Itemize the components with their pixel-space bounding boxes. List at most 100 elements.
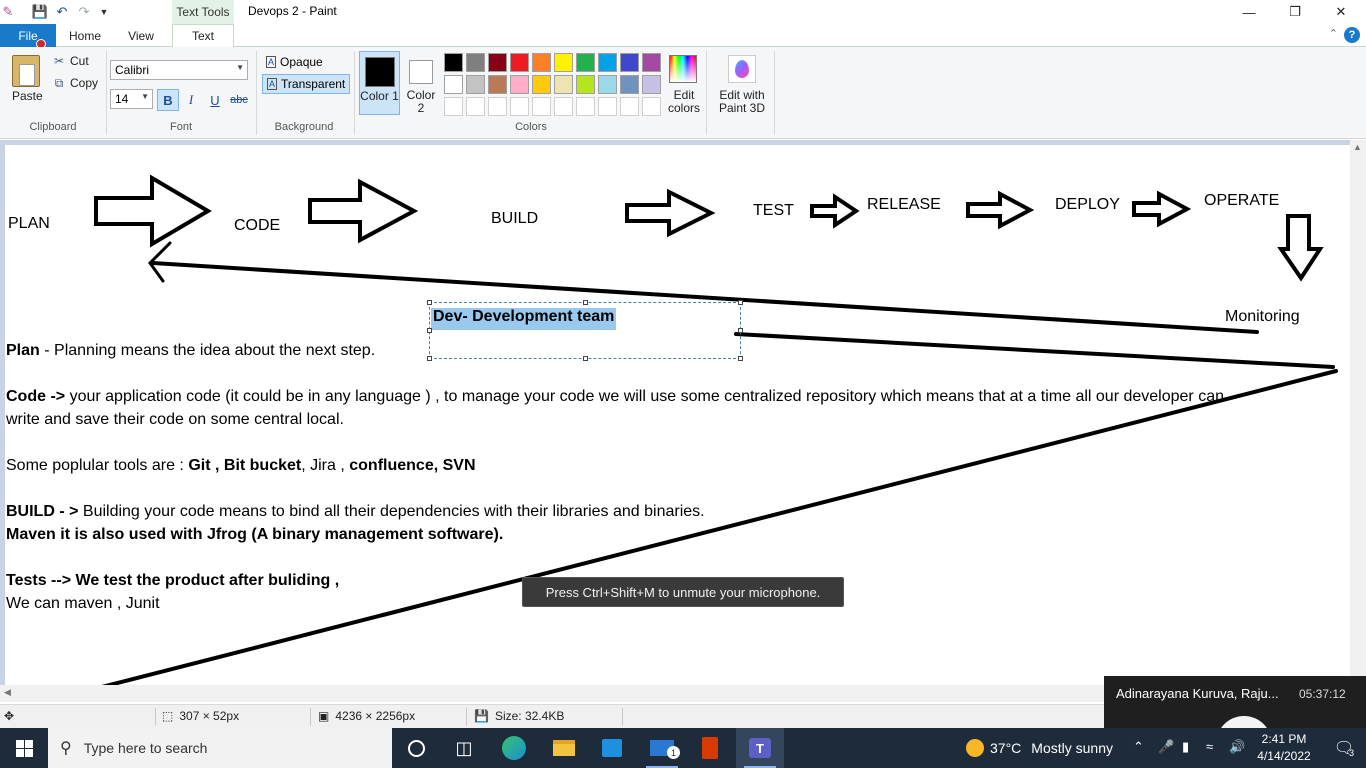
microphone-icon[interactable]: 🎤 bbox=[1158, 739, 1174, 755]
color-swatch[interactable] bbox=[642, 75, 661, 94]
color-swatch[interactable] bbox=[444, 75, 463, 94]
weather-widget[interactable]: 37°C Mostly sunny bbox=[966, 728, 1113, 768]
paste-icon[interactable] bbox=[12, 55, 40, 87]
search-placeholder: Type here to search bbox=[83, 740, 208, 756]
office-icon[interactable] bbox=[686, 728, 734, 768]
strikethrough-button[interactable]: abc bbox=[228, 89, 250, 111]
resize-handle[interactable] bbox=[583, 300, 588, 305]
paste-button[interactable]: Paste bbox=[12, 89, 43, 103]
maximize-button[interactable]: ❐ bbox=[1272, 0, 1318, 24]
color-swatch[interactable] bbox=[620, 53, 639, 72]
save-icon[interactable]: 💾 bbox=[32, 4, 48, 20]
edge-browser-icon[interactable] bbox=[490, 728, 538, 768]
color-swatch[interactable] bbox=[576, 53, 595, 72]
weather-temperature: 37°C bbox=[990, 740, 1022, 756]
color-swatch[interactable] bbox=[466, 53, 485, 72]
teams-icon[interactable]: T bbox=[736, 728, 784, 768]
redo-icon[interactable]: ↷ bbox=[76, 4, 92, 20]
color-swatch[interactable] bbox=[620, 97, 639, 116]
volume-icon[interactable]: 🔊 bbox=[1229, 739, 1245, 755]
tab-view[interactable]: View bbox=[116, 24, 166, 47]
color-swatch[interactable] bbox=[554, 97, 573, 116]
edit-colors-button[interactable]: Edit colors bbox=[666, 53, 702, 117]
color-swatch[interactable] bbox=[554, 75, 573, 94]
resize-handle[interactable] bbox=[738, 356, 743, 361]
paint-app-icon[interactable]: ✎ bbox=[0, 4, 16, 20]
resize-handle[interactable] bbox=[427, 356, 432, 361]
resize-handle[interactable] bbox=[583, 356, 588, 361]
text-selection-box[interactable] bbox=[427, 300, 743, 361]
collapse-ribbon-icon[interactable]: ⌃ bbox=[1329, 27, 1338, 40]
microsoft-store-icon[interactable] bbox=[588, 728, 636, 768]
task-view-icon[interactable]: ◫ bbox=[440, 728, 488, 768]
color-swatch[interactable] bbox=[510, 75, 529, 94]
color-swatch[interactable] bbox=[532, 75, 551, 94]
color-swatch[interactable] bbox=[444, 97, 463, 116]
color-swatch[interactable] bbox=[554, 53, 573, 72]
copy-button[interactable]: ⧉ Copy bbox=[52, 76, 98, 91]
color-swatch[interactable] bbox=[576, 97, 595, 116]
edit-with-paint3d-button[interactable]: Edit with Paint 3D bbox=[712, 53, 772, 117]
file-explorer-icon[interactable] bbox=[540, 728, 588, 768]
color-swatch[interactable] bbox=[488, 53, 507, 72]
help-icon[interactable]: ? bbox=[1344, 27, 1360, 43]
tab-text[interactable]: Text bbox=[172, 24, 234, 48]
scroll-left-icon[interactable]: ◀ bbox=[4, 687, 11, 698]
tab-file[interactable]: File bbox=[0, 24, 56, 47]
cortana-icon[interactable] bbox=[392, 728, 440, 768]
color-swatch[interactable] bbox=[510, 53, 529, 72]
scroll-up-icon[interactable]: ▲ bbox=[1353, 142, 1362, 152]
color-swatch[interactable] bbox=[466, 75, 485, 94]
start-button[interactable] bbox=[0, 728, 48, 768]
color2-button[interactable]: Color 2 bbox=[402, 51, 440, 115]
color-swatch[interactable] bbox=[642, 53, 661, 72]
color-swatch[interactable] bbox=[532, 53, 551, 72]
color1-button[interactable]: Color 1 bbox=[359, 51, 400, 115]
color-swatch[interactable] bbox=[598, 53, 617, 72]
minimize-button[interactable]: — bbox=[1226, 0, 1272, 24]
resize-handle[interactable] bbox=[427, 328, 432, 333]
taskbar-search-input[interactable]: ⚲ Type here to search bbox=[48, 728, 392, 768]
font-family-select[interactable]: Calibri ▼ bbox=[110, 60, 248, 80]
color-swatch[interactable] bbox=[598, 97, 617, 116]
selection-size-value: 307 × 52px bbox=[179, 709, 240, 723]
notification-center-button[interactable]: 🗨 3 bbox=[1322, 728, 1366, 768]
font-size-select[interactable]: 14 ▼ bbox=[110, 89, 153, 109]
tab-home[interactable]: Home bbox=[60, 24, 110, 47]
close-button[interactable]: ✕ bbox=[1318, 0, 1364, 24]
color-swatch[interactable] bbox=[488, 75, 507, 94]
underline-button[interactable]: U bbox=[204, 89, 226, 111]
color1-swatch bbox=[365, 57, 395, 87]
color-swatch[interactable] bbox=[466, 97, 485, 116]
color-swatch[interactable] bbox=[510, 97, 529, 116]
font-size-value: 14 bbox=[115, 92, 129, 106]
teams-call-popup[interactable]: Adinarayana Kuruva, Raju... 05:37:12 bbox=[1104, 676, 1366, 768]
transparent-button[interactable]: A Transparent bbox=[262, 74, 351, 94]
cut-button[interactable]: ✂ Cut bbox=[52, 54, 89, 68]
wifi-icon[interactable]: ≈ bbox=[1206, 739, 1213, 754]
color-swatch[interactable] bbox=[488, 97, 507, 116]
taskbar-clock[interactable]: 2:41 PM 4/14/2022 bbox=[1254, 731, 1314, 765]
chevron-up-icon[interactable]: ⌃ bbox=[1133, 739, 1144, 755]
vertical-scrollbar[interactable]: ▲ bbox=[1350, 140, 1366, 688]
color-swatch[interactable] bbox=[576, 75, 595, 94]
mail-badge: 1 bbox=[667, 746, 680, 759]
mail-icon[interactable]: 1 bbox=[638, 728, 686, 768]
resize-handle[interactable] bbox=[427, 300, 432, 305]
battery-icon[interactable]: ▮ bbox=[1182, 739, 1189, 755]
opaque-button[interactable]: A Opaque bbox=[262, 53, 327, 71]
resize-handle[interactable] bbox=[738, 300, 743, 305]
italic-button[interactable]: I bbox=[180, 89, 202, 111]
undo-icon[interactable]: ↶ bbox=[54, 4, 70, 20]
ribbon: Paste ✂ Cut ⧉ Copy Clipboard Calibri ▼ 1… bbox=[0, 47, 1366, 139]
flow-label-build: BUILD bbox=[491, 210, 539, 227]
resize-handle[interactable] bbox=[738, 328, 743, 333]
color-swatch[interactable] bbox=[598, 75, 617, 94]
color-swatch[interactable] bbox=[444, 53, 463, 72]
color-swatch[interactable] bbox=[620, 75, 639, 94]
color-swatch[interactable] bbox=[642, 97, 661, 116]
customize-toolbar-icon[interactable]: ▼ bbox=[96, 4, 112, 20]
bold-button[interactable]: B bbox=[157, 89, 179, 111]
color-swatch[interactable] bbox=[532, 97, 551, 116]
transparent-label: Transparent bbox=[281, 77, 346, 91]
